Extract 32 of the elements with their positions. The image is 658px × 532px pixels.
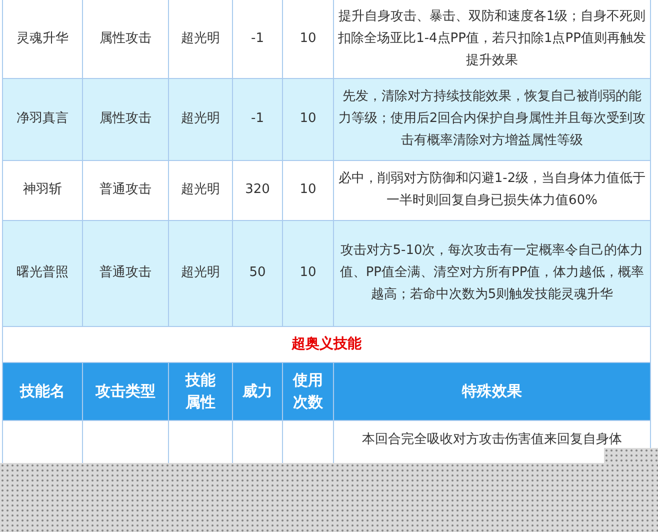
table-cell: 曙光普照: [16, 265, 68, 280]
column-header: 威力: [242, 382, 272, 400]
column-header: 技能名: [20, 382, 65, 400]
table-cell: 属性攻击: [100, 30, 152, 46]
table-cell: 50: [249, 265, 266, 280]
table-cell: 超光明: [181, 182, 220, 197]
table-cell: 本回合完全吸收对方攻击伤害值来回复自身体: [362, 432, 622, 446]
table-cell: 普通攻击: [100, 265, 152, 280]
table-cell: 必中，削弱对方防御和闪避1-2级，当自身体力值低于一半时则回复自身已损失体力值60%: [338, 171, 646, 208]
table-cell: 10: [300, 30, 316, 46]
column-header: 攻击类型: [96, 382, 156, 400]
table-cell: 320: [245, 182, 270, 197]
table-cell: -1: [251, 30, 264, 46]
table-cell: 先发，清除对方持续技能效果，恢复自己被削弱的能力等级；使用后2回合内保护自身属性并且每次受到攻击有概率清除对方增益属性等级: [338, 89, 646, 148]
table-cell: -1: [251, 111, 264, 126]
table-cell: 属性攻击: [100, 111, 152, 126]
table-cell: 10: [300, 265, 316, 280]
table-cell: 超光明: [181, 111, 220, 126]
table-cell: 10: [300, 111, 316, 126]
table-cell: 提升自身攻击、暴击、双防和速度各1级；自身不死则扣除全场亚比1-4点PP值，若只扣除1点PP值则再触发提升效果: [338, 8, 646, 68]
table-cell: 普通攻击: [100, 182, 152, 197]
table-cell: 超光明: [181, 265, 220, 280]
column-header: 使用次数: [292, 370, 324, 413]
column-header: 技能属性: [184, 370, 216, 413]
table-cell: 灵魂升华: [16, 30, 68, 46]
column-header: 特殊效果: [462, 382, 522, 400]
table-cell: 10: [300, 182, 316, 197]
table-cell: 净羽真言: [16, 111, 68, 126]
table-cell: 超光明: [181, 30, 220, 46]
table-cell: 神羽斩: [23, 182, 62, 197]
section-title: 超奥义技能: [292, 336, 362, 352]
table-cell: 攻击对方5-10次，每次攻击有一定概率令自己的体力值、PP值全满、清空对方所有PP值，体力越低，概率越高；若命中次数为5则触发技能灵魂升华: [340, 243, 644, 302]
